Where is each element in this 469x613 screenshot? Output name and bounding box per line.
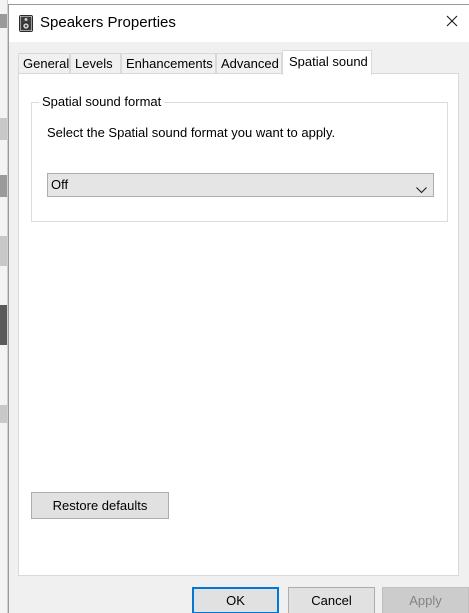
window-title: Speakers Properties (40, 14, 176, 31)
tab-spatial-sound[interactable]: Spatial sound (282, 50, 372, 75)
background-fragment (0, 175, 7, 197)
tab-advanced[interactable]: Advanced (216, 53, 282, 74)
background-fragment (0, 14, 7, 28)
dialog-client-area: General Levels Enhancements Advanced Spa… (9, 42, 469, 613)
background-fragment (0, 405, 7, 423)
close-icon (446, 15, 458, 30)
group-label: Spatial sound format (39, 94, 165, 109)
title-bar[interactable]: Speakers Properties (9, 5, 469, 42)
apply-button[interactable]: Apply (382, 587, 469, 613)
background-window-edge (0, 0, 8, 613)
background-fragment (0, 236, 7, 266)
speakers-properties-dialog: Speakers Properties General Levels Enhan… (8, 4, 469, 613)
restore-defaults-button[interactable]: Restore defaults (31, 492, 169, 519)
speaker-icon (19, 15, 33, 32)
ok-button[interactable]: OK (192, 587, 279, 613)
close-button[interactable] (435, 5, 469, 39)
cancel-button[interactable]: Cancel (288, 587, 375, 613)
tab-general[interactable]: General (18, 53, 70, 74)
tab-enhancements[interactable]: Enhancements (121, 53, 216, 74)
format-description: Select the Spatial sound format you want… (47, 125, 336, 140)
spatial-sound-format-group: Spatial sound format Select the Spatial … (31, 94, 448, 222)
chevron-down-icon (416, 180, 427, 194)
spatial-format-dropdown[interactable]: Off (47, 173, 434, 197)
tab-levels[interactable]: Levels (70, 53, 121, 74)
selected-format-value: Off (51, 177, 69, 192)
spatial-sound-panel: Spatial sound format Select the Spatial … (18, 73, 459, 576)
background-fragment (0, 305, 7, 345)
background-fragment (0, 118, 7, 140)
